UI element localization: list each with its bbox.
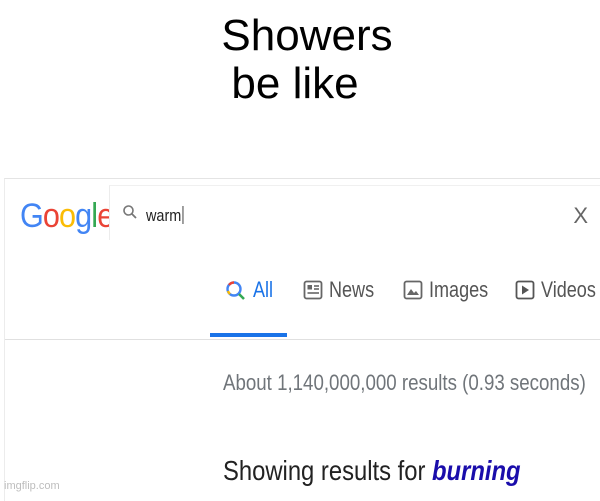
- search-icon: [123, 205, 137, 219]
- videos-icon: [515, 280, 535, 300]
- active-tab-indicator: [210, 333, 287, 337]
- close-icon[interactable]: X: [573, 203, 588, 229]
- divider: [5, 339, 600, 340]
- search-query-text: warm: [146, 206, 182, 225]
- search-input[interactable]: warm: [146, 206, 184, 226]
- search-box[interactable]: warm X: [109, 185, 600, 240]
- meme-caption: Showers be like: [0, 12, 600, 108]
- results-stats: About 1,140,000,000 results (0.93 second…: [223, 370, 586, 395]
- google-logo[interactable]: Google: [20, 197, 114, 236]
- tab-label: All: [253, 277, 274, 302]
- google-search-screenshot: Google warm X All News Images Videos Abo…: [4, 178, 600, 501]
- tab-videos[interactable]: Videos: [515, 277, 600, 337]
- text-caret: [182, 206, 184, 224]
- tab-all[interactable]: All: [225, 277, 277, 337]
- logo-letter: G: [20, 197, 44, 235]
- search-tabs: All News Images Videos: [215, 277, 600, 337]
- imgflip-watermark: imgflip.com: [4, 480, 60, 492]
- news-icon: [303, 280, 323, 300]
- corrected-query-link[interactable]: burning: [432, 455, 521, 486]
- tab-label: Videos: [541, 277, 596, 302]
- tab-label: News: [329, 277, 375, 302]
- tab-images[interactable]: Images: [403, 277, 501, 337]
- logo-letter: o: [42, 197, 60, 235]
- tab-label: Images: [429, 277, 489, 302]
- logo-letter: g: [75, 197, 92, 235]
- images-icon: [403, 280, 423, 300]
- correction-prefix: Showing results for: [223, 455, 426, 486]
- caption-line-2: be like: [231, 59, 359, 108]
- caption-line-1: Showers: [221, 11, 393, 60]
- search-icon: [226, 281, 245, 300]
- tab-news[interactable]: News: [303, 277, 384, 337]
- logo-letter: o: [59, 197, 76, 235]
- spelling-correction: Showing results for burning: [223, 455, 521, 487]
